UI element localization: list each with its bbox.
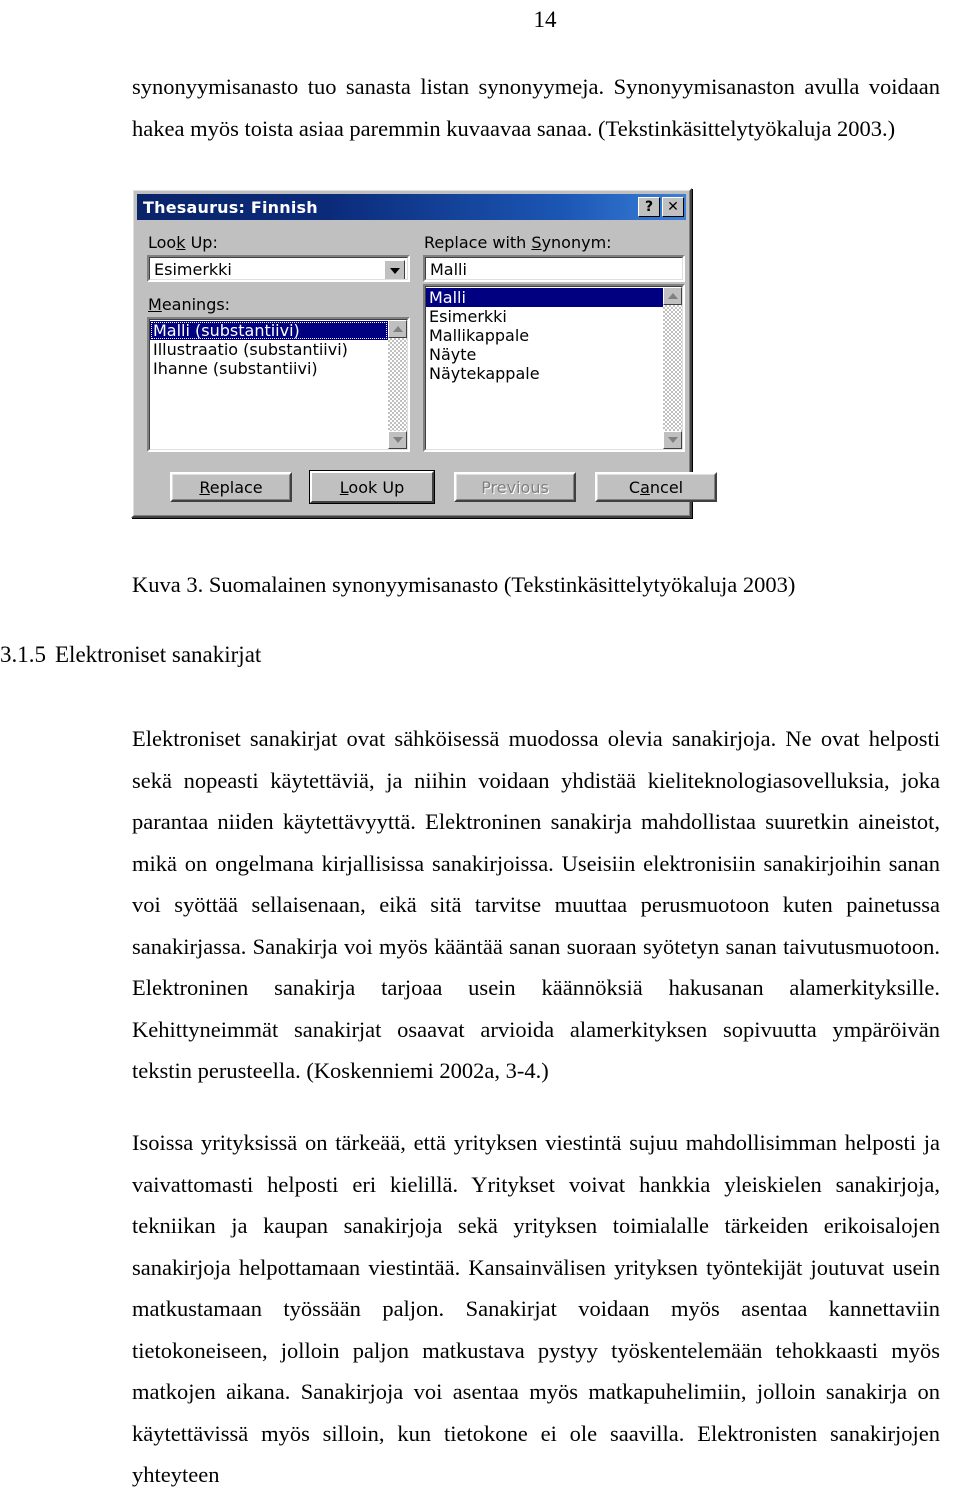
cancel-button[interactable]: Cancel [595,472,717,502]
thesaurus-dialog: Thesaurus: Finnish ? ✕ Look Up: Esimerkk… [131,188,717,518]
replace-with-synonym-label: Replace with Synonym: [424,233,612,252]
synonyms-scrollbar[interactable] [663,287,682,449]
look-up-button-inner: Look Up [310,471,434,503]
chevron-down-icon[interactable] [384,260,405,279]
figure-caption: Kuva 3. Suomalainen synonyymisanasto (Te… [132,572,796,597]
close-icon[interactable]: ✕ [662,197,684,217]
dialog-inner-frame: Thesaurus: Finnish ? ✕ Look Up: Esimerkk… [133,190,717,516]
page-number: 14 [533,7,557,32]
paragraph-intro-container: synonyymisanasto tuo sanasta listan syno… [132,66,940,149]
replace-with-synonym-input-inner: Malli [425,257,683,280]
triangle-down-glyph [667,437,678,443]
replace-button-label: Replace [199,477,263,497]
scroll-down-icon[interactable] [663,431,682,449]
replace-button[interactable]: Replace [170,472,292,502]
list-item[interactable]: Malli [426,288,663,307]
section-number: 3.1.5 [0,642,46,667]
document-page: 14 synonyymisanasto tuo sanasta listan s… [0,0,960,1487]
replace-with-synonym-value: Malli [430,260,467,279]
replace-with-synonym-input[interactable]: Malli [423,255,685,282]
paragraph-1: Elektroniset sanakirjat ovat sähköisessä… [132,726,940,1083]
synonyms-list-items: Malli Esimerkki Mallikappale Näyte Näyte… [426,287,663,383]
section-heading: 3.1.5 Elektroniset sanakirjat [0,640,900,670]
triangle-down-glyph [389,267,400,274]
paragraph-intro: synonyymisanasto tuo sanasta listan syno… [132,74,940,141]
synonyms-listbox[interactable]: Malli Esimerkki Mallikappale Näyte Näyte… [423,284,685,452]
list-item[interactable]: Näytekappale [426,364,663,383]
meanings-list-items: Malli (substantiivi) Illustraatio (subst… [150,320,388,378]
title-bar-buttons: ? ✕ [638,197,684,217]
triangle-down-glyph [392,437,403,443]
list-item[interactable]: Illustraatio (substantiivi) [150,340,388,359]
scroll-up-icon[interactable] [388,320,407,338]
meanings-label: Meanings: [148,295,231,314]
look-up-button[interactable]: Look Up [309,470,435,504]
list-item[interactable]: Mallikappale [426,326,663,345]
previous-button: Previous [454,472,576,502]
dialog-title-bar: Thesaurus: Finnish ? ✕ [137,194,686,220]
scroll-up-icon[interactable] [663,287,682,305]
looked-up-combobox-inner: Esimerkki [149,257,408,280]
previous-button-inner: Previous [456,474,574,500]
list-item[interactable]: Näyte [426,345,663,364]
cancel-button-label: Cancel [628,477,684,497]
list-item[interactable]: Malli (substantiivi) [150,321,388,340]
dialog-title: Thesaurus: Finnish [143,197,318,217]
looked-up-label: Look Up: [148,233,218,252]
synonyms-listbox-inner: Malli Esimerkki Mallikappale Näyte Näyte… [425,286,683,450]
paragraph-1-container: Elektroniset sanakirjat ovat sähköisessä… [132,718,940,1092]
triangle-up-glyph [667,293,678,299]
paragraph-2: Isoissa yrityksissä on tärkeää, että yri… [132,1130,940,1487]
cancel-button-inner: Cancel [597,474,715,500]
meanings-scrollbar[interactable] [388,320,407,449]
previous-button-label: Previous [481,477,549,497]
looked-up-combobox[interactable]: Esimerkki [147,255,410,282]
scroll-down-icon[interactable] [388,431,407,449]
list-item[interactable]: Esimerkki [426,307,663,326]
look-up-button-label: Look Up [339,477,405,497]
triangle-up-glyph [392,326,403,332]
list-item[interactable]: Ihanne (substantiivi) [150,359,388,378]
looked-up-value: Esimerkki [154,260,232,279]
help-icon[interactable]: ? [638,197,660,217]
paragraph-2-container: Isoissa yrityksissä on tärkeää, että yri… [132,1122,940,1496]
replace-button-inner: Replace [172,474,290,500]
meanings-listbox[interactable]: Malli (substantiivi) Illustraatio (subst… [147,317,410,452]
meanings-listbox-inner: Malli (substantiivi) Illustraatio (subst… [149,319,408,450]
section-title: Elektroniset sanakirjat [55,642,262,667]
